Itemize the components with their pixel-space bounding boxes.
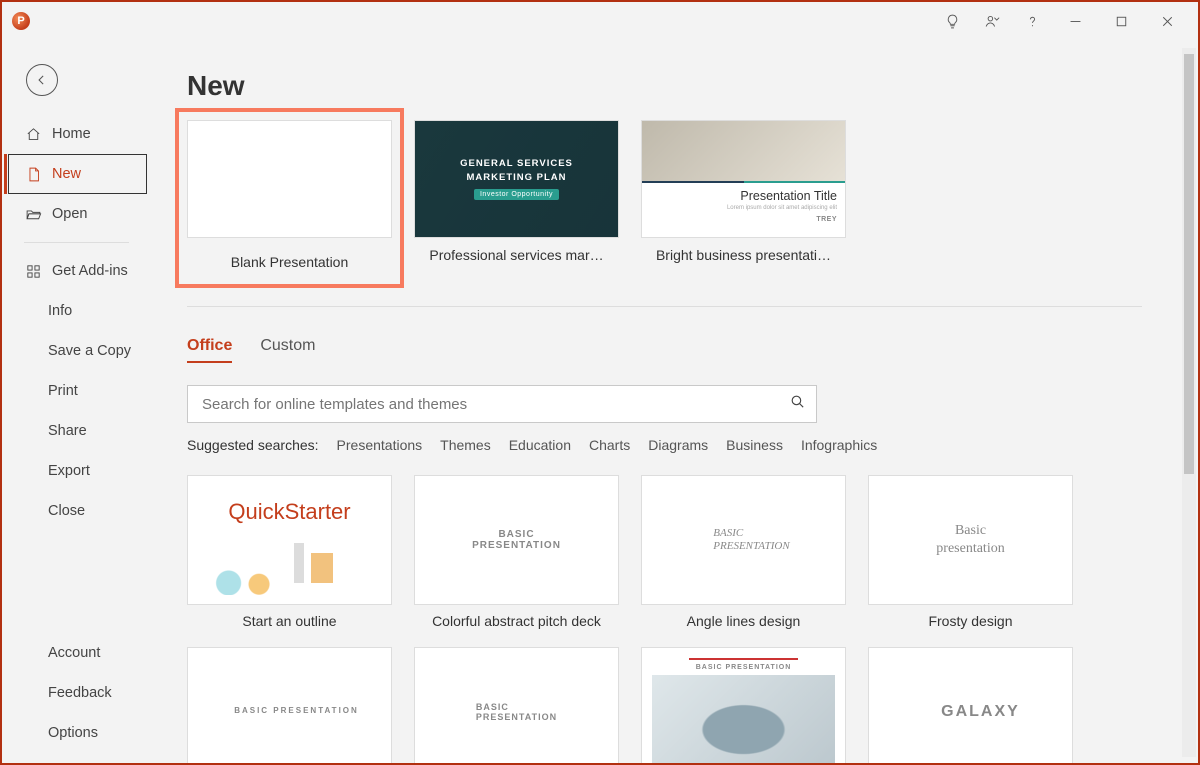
- template-frosty[interactable]: Basicpresentation Frosty design: [868, 475, 1073, 629]
- scrollbar-thumb[interactable]: [1184, 54, 1194, 474]
- sidebar-share[interactable]: Share: [2, 411, 147, 451]
- suggested-label: Suggested searches:: [187, 437, 319, 453]
- template-search-box[interactable]: [187, 385, 817, 423]
- template-professional-services[interactable]: GENERAL SERVICES MARKETING PLAN Investor…: [414, 120, 619, 263]
- pinned-templates-row: Blank Presentation GENERAL SERVICES MARK…: [187, 120, 1182, 288]
- suggested-term[interactable]: Infographics: [801, 437, 877, 453]
- template-label: Blank Presentation: [187, 254, 392, 270]
- template-label: Angle lines design: [641, 613, 846, 629]
- home-icon: [24, 126, 42, 143]
- template-thumbnail: BASICPRESENTATION: [414, 647, 619, 763]
- template-thumbnail: BASICPRESENTATION: [641, 475, 846, 605]
- template-label: Bright business presentati…: [641, 247, 846, 263]
- powerpoint-logo-icon: P: [12, 12, 30, 30]
- window-close-button[interactable]: [1144, 2, 1190, 40]
- blank-presentation-highlight: Blank Presentation: [175, 108, 404, 288]
- sidebar-account[interactable]: Account: [2, 633, 147, 673]
- suggested-searches: Suggested searches: Presentations Themes…: [187, 437, 1182, 453]
- suggested-term[interactable]: Education: [509, 437, 571, 453]
- template-thumbnail: Basicpresentation: [868, 475, 1073, 605]
- sidebar-item-label: New: [52, 166, 81, 182]
- templates-grid: QuickStarter Start an outline BASIC PRES…: [187, 475, 1182, 763]
- help-icon[interactable]: [1012, 2, 1052, 40]
- template-label: Frosty design: [868, 613, 1073, 629]
- sidebar-item-label: Save a Copy: [48, 343, 131, 359]
- lightbulb-icon[interactable]: [932, 2, 972, 40]
- sidebar-get-addins[interactable]: Get Add-ins: [2, 251, 147, 291]
- template-thumbnail: BASIC PRESENTATION: [414, 475, 619, 605]
- template-start-outline[interactable]: QuickStarter Start an outline: [187, 475, 392, 629]
- suggested-term[interactable]: Presentations: [337, 437, 423, 453]
- template-thumbnail: BASIC PRESENTATION: [641, 647, 846, 763]
- sidebar-item-label: Share: [48, 423, 87, 439]
- template-label: Professional services mar…: [414, 247, 619, 263]
- template-thumbnail: [187, 120, 392, 238]
- template-thumbnail: BASIC PRESENTATION: [187, 647, 392, 763]
- backstage-sidebar: Home New Open Get Add-ins Info Save a Co…: [2, 42, 147, 763]
- vertical-scrollbar[interactable]: [1182, 48, 1196, 757]
- search-icon[interactable]: [789, 393, 806, 415]
- page-title: New: [187, 70, 1182, 102]
- account-person-icon[interactable]: [972, 2, 1012, 40]
- title-bar: P: [2, 2, 1198, 40]
- template-blank-presentation[interactable]: Blank Presentation: [187, 120, 392, 270]
- sidebar-close[interactable]: Close: [2, 491, 147, 531]
- suggested-term[interactable]: Business: [726, 437, 783, 453]
- sidebar-feedback[interactable]: Feedback: [2, 673, 147, 713]
- sidebar-open[interactable]: Open: [2, 194, 147, 234]
- suggested-term[interactable]: Themes: [440, 437, 491, 453]
- divider: [187, 306, 1142, 307]
- main-pane: New Blank Presentation GENERAL SERVICES …: [147, 42, 1198, 763]
- sidebar-export[interactable]: Export: [2, 451, 147, 491]
- sidebar-item-label: Get Add-ins: [52, 263, 128, 279]
- suggested-term[interactable]: Charts: [589, 437, 630, 453]
- addins-grid-icon: [24, 263, 42, 280]
- window-minimize-button[interactable]: [1052, 2, 1098, 40]
- back-button[interactable]: [26, 64, 58, 96]
- sidebar-info[interactable]: Info: [2, 291, 147, 331]
- folder-open-icon: [24, 206, 42, 223]
- sidebar-item-label: Options: [48, 725, 98, 741]
- template-label: Colorful abstract pitch deck: [414, 613, 619, 629]
- sidebar-item-label: Feedback: [48, 685, 112, 701]
- template-angle-lines[interactable]: BASICPRESENTATION Angle lines design: [641, 475, 846, 629]
- template-thumbnail: GENERAL SERVICES MARKETING PLAN Investor…: [414, 120, 619, 238]
- template-dividend[interactable]: BASIC PRESENTATION Dividend design: [641, 647, 846, 763]
- template-source-tabs: Office Custom: [187, 337, 1182, 363]
- divider: [24, 242, 129, 243]
- sidebar-options[interactable]: Options: [2, 713, 147, 753]
- template-thumbnail: QuickStarter: [187, 475, 392, 605]
- sidebar-item-label: Info: [48, 303, 72, 319]
- sidebar-item-label: Close: [48, 503, 85, 519]
- template-galaxy[interactable]: GALAXY Galaxy presentation: [868, 647, 1073, 763]
- template-thumbnail: Presentation Title Lorem ipsum dolor sit…: [641, 120, 846, 238]
- sidebar-item-label: Print: [48, 383, 78, 399]
- document-icon: [24, 166, 42, 183]
- sidebar-save-a-copy[interactable]: Save a Copy: [2, 331, 147, 371]
- suggested-term[interactable]: Diagrams: [648, 437, 708, 453]
- search-input[interactable]: [200, 395, 789, 414]
- template-minimalist[interactable]: BASIC PRESENTATION Minimalist presentati…: [187, 647, 392, 763]
- tab-office[interactable]: Office: [187, 337, 232, 363]
- template-colorful-abstract[interactable]: BASIC PRESENTATION Colorful abstract pit…: [414, 475, 619, 629]
- template-architecture[interactable]: BASICPRESENTATION Architecture pitch dec…: [414, 647, 619, 763]
- sidebar-item-label: Open: [52, 206, 87, 222]
- template-label: Start an outline: [187, 613, 392, 629]
- sidebar-new[interactable]: New: [8, 154, 147, 194]
- window-maximize-button[interactable]: [1098, 2, 1144, 40]
- tab-custom[interactable]: Custom: [260, 337, 315, 363]
- template-thumbnail: GALAXY: [868, 647, 1073, 763]
- template-bright-business[interactable]: Presentation Title Lorem ipsum dolor sit…: [641, 120, 846, 263]
- sidebar-item-label: Account: [48, 645, 100, 661]
- sidebar-item-label: Export: [48, 463, 90, 479]
- sidebar-home[interactable]: Home: [2, 114, 147, 154]
- sidebar-item-label: Home: [52, 126, 91, 142]
- sidebar-print[interactable]: Print: [2, 371, 147, 411]
